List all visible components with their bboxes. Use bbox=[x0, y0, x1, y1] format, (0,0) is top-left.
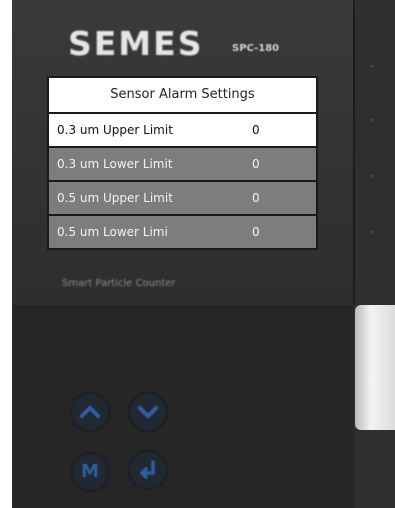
setting-row-05-upper[interactable]: 0.5 um Upper Limit 0 bbox=[49, 182, 316, 216]
setting-value: 0 bbox=[252, 123, 260, 137]
setting-label: 0.3 um Lower Limit bbox=[57, 157, 173, 171]
setting-label: 0.5 um Upper Limit bbox=[57, 191, 173, 205]
up-button[interactable] bbox=[70, 392, 110, 432]
setting-value: 0 bbox=[252, 157, 260, 171]
setting-value: 0 bbox=[252, 191, 260, 205]
chevron-down-icon bbox=[138, 406, 158, 419]
keypad-panel bbox=[12, 305, 353, 508]
side-indicator-1: · bbox=[371, 62, 374, 72]
setting-value: 0 bbox=[252, 225, 260, 239]
chevron-up-icon bbox=[80, 405, 100, 418]
brand-logo: SEMES bbox=[68, 24, 204, 63]
down-button[interactable] bbox=[128, 392, 168, 432]
setting-row-03-lower[interactable]: 0.3 um Lower Limit 0 bbox=[49, 148, 316, 182]
setting-label: 0.5 um Lower Limi bbox=[57, 225, 168, 239]
side-indicator-2: · bbox=[371, 116, 374, 126]
enter-return-icon bbox=[140, 460, 155, 479]
side-indicator-4: · bbox=[371, 228, 374, 238]
setting-label: 0.3 um Upper Limit bbox=[57, 123, 173, 137]
setting-row-03-upper[interactable]: 0.3 um Upper Limit 0 bbox=[49, 114, 316, 148]
model-label: SPC-180 bbox=[232, 43, 280, 54]
side-indicator-3: · bbox=[371, 172, 374, 182]
side-strip bbox=[355, 0, 395, 508]
enter-button[interactable] bbox=[128, 450, 168, 490]
setting-row-05-lower[interactable]: 0.5 um Lower Limi 0 bbox=[49, 216, 316, 248]
m-letter-icon: M bbox=[81, 461, 99, 482]
side-highlight bbox=[355, 305, 395, 430]
device-subtitle: Smart Particle Counter bbox=[62, 278, 176, 289]
menu-button[interactable]: M bbox=[70, 452, 110, 492]
settings-title: Sensor Alarm Settings bbox=[49, 78, 316, 114]
sensor-alarm-settings-table: Sensor Alarm Settings 0.3 um Upper Limit… bbox=[47, 76, 318, 250]
